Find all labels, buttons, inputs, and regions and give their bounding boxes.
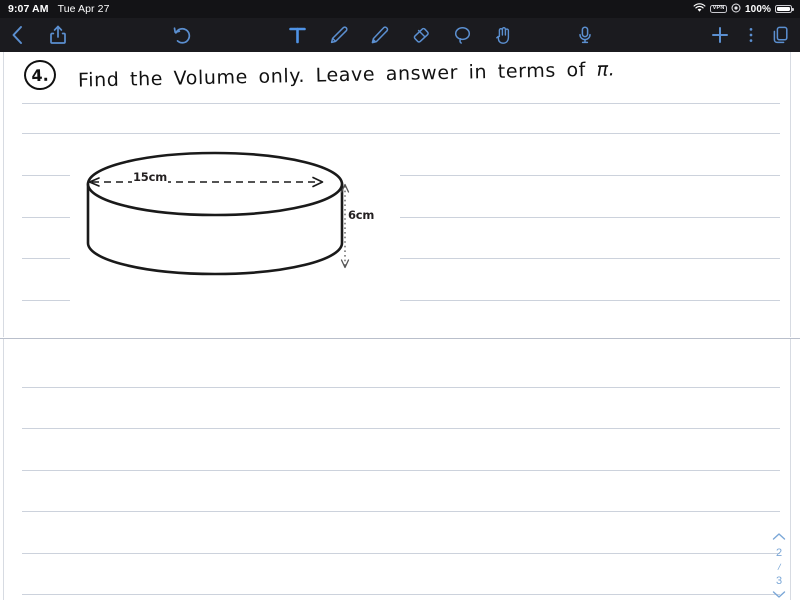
pages-icon[interactable] xyxy=(772,25,790,45)
note-canvas[interactable]: 4. Find the Volume only. Leave answer in… xyxy=(0,52,800,600)
text-tool-icon[interactable] xyxy=(288,25,307,45)
rule-line xyxy=(22,428,780,429)
note-page-2[interactable] xyxy=(0,338,800,600)
status-date: Tue Apr 27 xyxy=(57,3,110,15)
pen-icon[interactable] xyxy=(329,25,348,45)
rule-line xyxy=(22,103,780,104)
rule-line xyxy=(22,470,780,471)
page-navigator: 2 / 3 xyxy=(768,532,790,600)
rule-line xyxy=(22,387,780,388)
highlighter-icon[interactable] xyxy=(370,25,389,45)
toolbar-right-group xyxy=(710,25,790,45)
microphone-icon[interactable] xyxy=(577,25,593,45)
pi-symbol: π. xyxy=(596,58,616,81)
lasso-icon[interactable] xyxy=(453,25,472,45)
page-margin-right xyxy=(790,52,791,337)
page-margin-left xyxy=(3,339,4,600)
tool-palette xyxy=(0,25,800,45)
record-audio-button[interactable] xyxy=(577,25,593,45)
rule-line xyxy=(22,511,780,512)
page-separator: / xyxy=(776,561,782,572)
chevron-up-icon[interactable] xyxy=(772,532,786,544)
hand-icon[interactable] xyxy=(494,25,513,45)
battery-icon xyxy=(775,4,794,14)
vpn-badge: VPN xyxy=(710,4,728,14)
cylinder-diagram[interactable]: 15cm 6cm xyxy=(70,138,400,303)
height-label: 6cm xyxy=(347,208,376,222)
status-bar-right: VPN 100% xyxy=(693,2,794,16)
wifi-icon xyxy=(693,2,706,16)
plus-icon[interactable] xyxy=(710,25,730,45)
current-page-number[interactable]: 2 xyxy=(776,547,782,560)
page-margin-left xyxy=(3,52,4,337)
rule-line xyxy=(22,133,780,134)
location-icon xyxy=(731,3,741,16)
battery-percent: 100% xyxy=(745,3,771,15)
rule-line xyxy=(22,594,780,595)
toolbar xyxy=(0,18,800,52)
rule-line xyxy=(22,553,780,554)
more-vertical-icon[interactable] xyxy=(748,25,754,45)
eraser-icon[interactable] xyxy=(411,25,431,45)
total-page-count: 3 xyxy=(775,574,783,587)
note-app-window: 9:07 AM Tue Apr 27 VPN 100% 4. Find the … xyxy=(0,0,800,600)
diameter-label: 15cm xyxy=(132,170,169,184)
status-time: 9:07 AM xyxy=(8,3,49,15)
chevron-down-icon[interactable] xyxy=(772,590,786,600)
page-margin-right xyxy=(790,339,791,600)
status-bar-left: 9:07 AM Tue Apr 27 xyxy=(8,3,110,15)
status-bar: 9:07 AM Tue Apr 27 VPN 100% xyxy=(0,0,800,18)
